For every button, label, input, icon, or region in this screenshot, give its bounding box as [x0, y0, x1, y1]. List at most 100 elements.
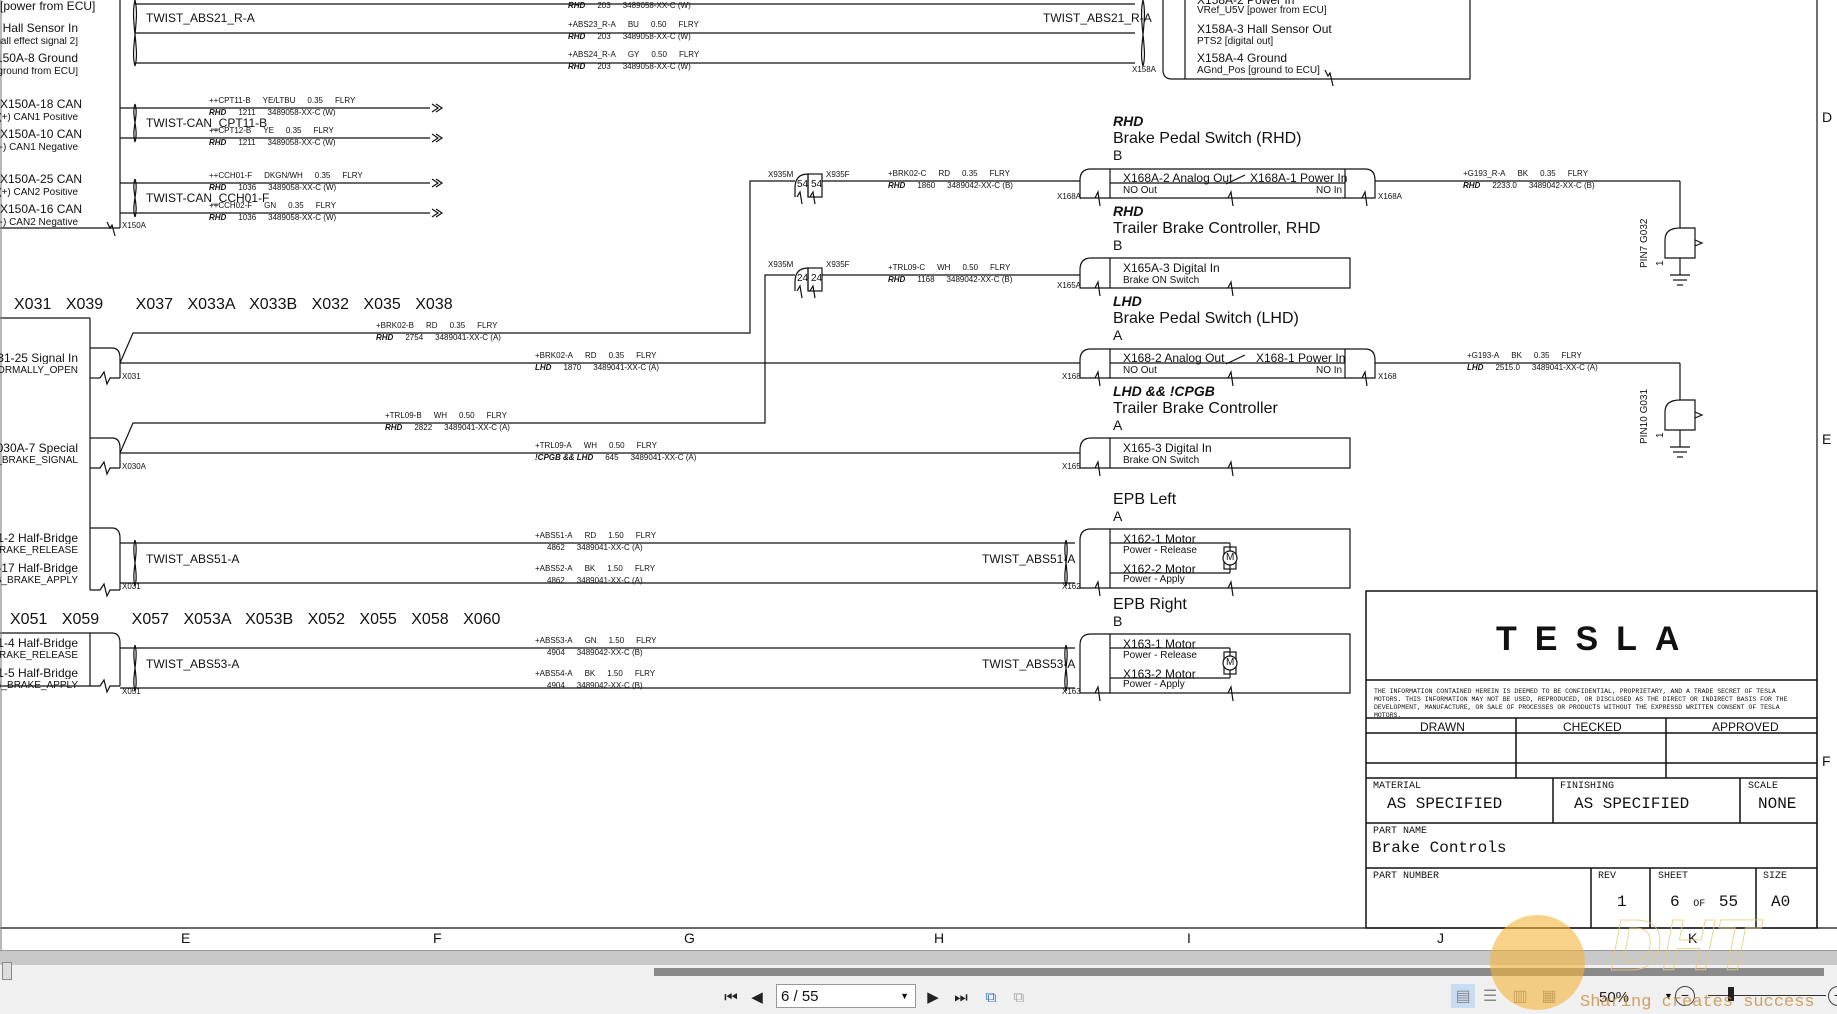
ecu-pin-label: X031-2 Half-Bridge — [0, 532, 78, 544]
wire-gauge: 0.35 — [307, 96, 323, 105]
sensor-pin: X158A-4 Ground — [1197, 51, 1288, 65]
wire-meta-brk02b: RHD 2754 3489041-XX-C (A) — [376, 334, 513, 342]
connector-tag: X168A — [1378, 192, 1403, 201]
component-pin: X168-2 Analog Out — [1123, 351, 1225, 365]
connector-tag: X165A — [1057, 281, 1082, 290]
wire-harness: 3489041-XX-C (A) — [435, 333, 501, 342]
wire-cond: LHD — [1467, 363, 1484, 372]
component-epb-right — [1079, 633, 1351, 702]
ecu-pin-desc: PARKING_BRAKE_APPLY — [0, 681, 78, 691]
wire-meta-cpt11: RHD 1211 3489058-XX-C (W) — [209, 109, 348, 117]
single-page-view-button[interactable]: ▤ — [1451, 984, 1475, 1008]
previous-page-button[interactable]: ◀ — [746, 986, 768, 1008]
wire-color: BK — [1511, 351, 1522, 360]
wire-harness: 3489058-XX-C (W) — [622, 62, 691, 71]
wire-name: +TRL09-C — [888, 263, 926, 272]
wire-harness: 3489058-XX-C (W) — [268, 183, 337, 192]
connector-id: X037 — [135, 296, 174, 313]
ecu-pin-label: X031-17 Half-Bridge — [0, 562, 78, 574]
wire-len: 2754 — [405, 333, 424, 342]
wire-harness: 3489042-XX-C (B) — [576, 681, 643, 690]
wire-len: 1211 — [238, 108, 256, 117]
wire-meta-g193a: LHD 2515.0 3489041-XX-C (A) — [1467, 364, 1610, 372]
wire-len: 1211 — [238, 138, 256, 147]
wire-gauge: 0.35 — [608, 351, 625, 360]
go-forward-view-button[interactable]: ⧉ — [1008, 986, 1030, 1008]
connector-tag: X163 — [1062, 687, 1081, 696]
wire-harness: 3489058-XX-C (W) — [267, 138, 336, 147]
wire-name: +ABS54-A — [535, 669, 573, 678]
wire-meta-brk02a: LHD 1870 3489041-XX-C (A) — [535, 364, 671, 372]
component-epb-left — [1079, 528, 1351, 597]
wire-name: +ABS52-A — [535, 564, 573, 573]
wire-gauge: 0.35 — [288, 201, 304, 210]
ecu-pin-label: X150A-3 Hall Sensor In — [0, 22, 78, 34]
scroll-handle[interactable] — [2, 962, 12, 980]
grid-column-label: I — [1187, 930, 1191, 946]
connector-tag: X031 — [122, 582, 141, 591]
motor-icon: M — [1226, 552, 1235, 563]
wire-type: FLRY — [634, 669, 656, 678]
go-back-view-button[interactable]: ⧉ — [980, 986, 1002, 1008]
finishing-label: FINISHING — [1560, 781, 1615, 792]
drawn-label: DRAWN — [1420, 720, 1465, 734]
material-label: MATERIAL — [1373, 781, 1422, 792]
twist-symbol — [1140, 0, 1146, 67]
component-pin: X168A-1 Power In — [1250, 171, 1348, 185]
ecu-pin-desc: PARKING_BRAKE_RELEASE — [0, 546, 78, 556]
sensor-pin: X158A-3 Hall Sensor Out — [1197, 22, 1332, 36]
twist-label: TWIST_ABS51-A — [146, 552, 240, 566]
component-pin: X165-3 Digital In — [1123, 441, 1212, 455]
wire-type: FLRY — [636, 351, 657, 360]
material-value: AS SPECIFIED — [1387, 795, 1503, 813]
wire-name: +ABS23_R-A — [568, 20, 616, 29]
last-page-button[interactable]: ⏭ — [950, 986, 972, 1008]
wire-color: WH — [937, 263, 951, 272]
twist-symbol — [133, 644, 137, 692]
connector-tag: X031 — [122, 372, 141, 381]
wire-gauge: 1.50 — [607, 564, 623, 573]
twist-label: TWIST_ABS21_R-A — [146, 11, 255, 25]
connector-id: X055 — [359, 611, 397, 628]
component-title: Trailer Brake Controller — [1113, 400, 1278, 417]
component-variant: B — [1113, 147, 1123, 163]
connector-tag: X935F — [826, 170, 850, 179]
first-page-button[interactable]: ⏮ — [720, 986, 742, 1008]
wire-name: +TRL09-A — [535, 441, 572, 450]
wire-type: FLRY — [678, 20, 699, 29]
watermark-text: Sharing creates success — [1580, 993, 1815, 1012]
component-condition: LHD && !CPGB — [1113, 383, 1215, 399]
connector-tag: X168 — [1378, 372, 1397, 381]
component-variant: A — [1113, 508, 1123, 524]
component-pin: X168-1 Power In — [1256, 351, 1346, 365]
component-pin: X162-1 Motor — [1123, 532, 1196, 546]
sensor-pin-desc: AGnd_Pos [ground to ECU] — [1197, 65, 1320, 76]
page-number-select[interactable]: 6 / 55 ▼ — [776, 984, 916, 1008]
ground-pin: 1 — [1655, 432, 1666, 438]
size-label: SIZE — [1763, 871, 1788, 882]
connector-tag: X030A — [122, 462, 147, 471]
wire-name: +G193_R-A — [1463, 169, 1506, 178]
previous-page-icon: ◀ — [751, 989, 763, 1006]
wire-harness: 3489042-XX-C (B) — [947, 181, 1013, 190]
next-page-button[interactable]: ▶ — [922, 986, 944, 1008]
wire-label-abs24: +ABS24_R-A GY 0.50 FLRY — [568, 51, 711, 59]
wire-len: 1860 — [917, 181, 936, 190]
wire-label-abs53: +ABS53-A GN 1.50 FLRY — [535, 637, 668, 645]
ecu-pin-desc: CAN1 Positive (+) — [0, 113, 78, 123]
component-title: Brake Pedal Switch (LHD) — [1113, 310, 1299, 327]
component-lhd-trailer-brake — [1079, 437, 1351, 477]
connector-shape — [90, 527, 121, 590]
ecu-pin-desc: NORMALLY_OPEN — [0, 366, 78, 376]
twist-symbol — [133, 103, 137, 143]
ground-label: PIN7 G032 — [1639, 218, 1650, 268]
wire-meta-abs53: 4904 3489042-XX-C (B) — [535, 649, 655, 657]
wire-gauge: 0.35 — [1540, 169, 1556, 178]
ecu-pin-label: X150A-16 CAN — [0, 202, 83, 216]
wire-meta-abs54: 4904 3489042-XX-C (B) — [535, 682, 655, 690]
grid-column-label: G — [684, 930, 695, 946]
wire-len: 4904 — [547, 648, 565, 657]
wire-name: ++CPT12-B — [209, 126, 252, 135]
ecu-pin-label: X030A-7 Special — [0, 442, 78, 454]
ecu-pin-desc: [ground from ECU] — [0, 67, 78, 77]
